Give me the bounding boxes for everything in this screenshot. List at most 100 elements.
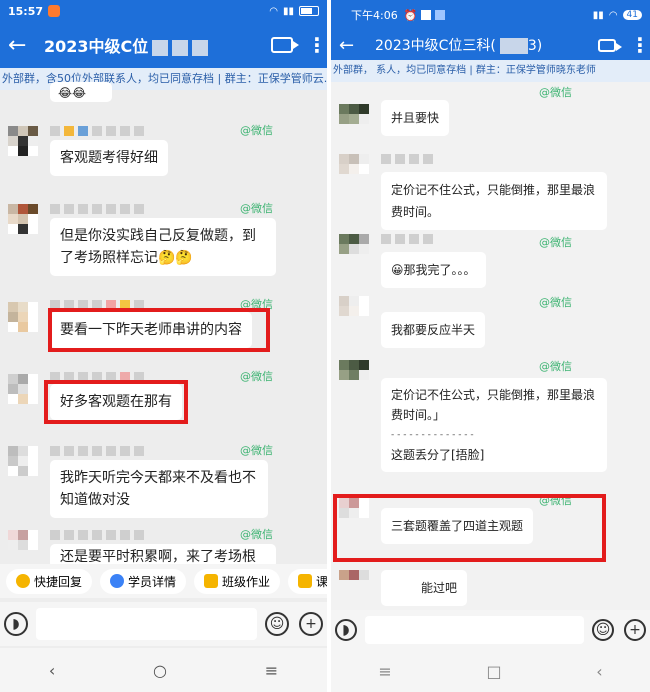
system-nav-bar: ≡ □ ‹ <box>331 650 650 692</box>
home-nav-icon[interactable]: ○ <box>153 661 167 680</box>
student-details-button[interactable]: 学员详情 <box>100 568 187 594</box>
message-bubble[interactable]: 定价记不住公式，只能倒推，那里最浪费时间。」 - - - - - - - - -… <box>381 378 607 472</box>
status-time: 下午4:06 <box>351 9 398 22</box>
alarm-icon: ⏰ <box>403 8 418 22</box>
sender-name-blur <box>50 126 144 136</box>
chat-header: ← 2023中级C位三科(3) ⋮ <box>331 30 650 60</box>
message-bubble[interactable]: 能过吧 <box>381 570 468 606</box>
home-nav-icon[interactable]: □ <box>486 662 501 681</box>
more-options-icon[interactable]: ⋮ <box>307 33 327 57</box>
wifi-icon: ◠ <box>608 9 618 21</box>
right-screenshot: 下午4:06 ⏰ ▮▮ ◠ 41 ← 2023中级C位三科(3) ⋮ 外部群， … <box>331 0 650 692</box>
voice-icon[interactable]: ◗ <box>4 612 28 636</box>
message-bubble[interactable]: 并且要快 <box>381 100 450 136</box>
message-bubble[interactable]: 我昨天听完今天都来不及看也不知道做对没 <box>50 460 268 518</box>
sender-name-blur <box>381 234 433 244</box>
signal-icon: ▮▮ <box>592 9 604 21</box>
emoji-icon[interactable]: ☺ <box>592 619 614 641</box>
quote-separator: - - - - - - - - - - - - - - <box>391 430 474 440</box>
message-input[interactable] <box>36 608 257 640</box>
wechat-tag: @微信 <box>539 360 572 373</box>
class-homework-button[interactable]: 班级作业 <box>194 568 281 594</box>
wechat-tag: @微信 <box>539 296 572 309</box>
highlight-box <box>48 308 270 352</box>
avatar <box>8 530 38 560</box>
menu-nav-icon[interactable]: ≡ <box>378 662 391 681</box>
message-bubble[interactable]: 定价记不住公式，只能倒推，那里最浪费时间。 <box>381 172 607 230</box>
sender-name-blur <box>50 446 144 456</box>
status-bar: 下午4:06 ⏰ ▮▮ ◠ 41 <box>331 0 650 30</box>
battery-icon <box>299 6 319 16</box>
video-call-icon[interactable] <box>598 38 622 52</box>
extra-icon <box>298 574 313 588</box>
message-bubble[interactable]: 我都要反应半天 <box>381 312 486 348</box>
plus-icon[interactable]: + <box>299 612 323 636</box>
chat-header: ← 2023中级C位 ⋮ <box>0 22 327 68</box>
message-bubble[interactable]: 但是你没实践自己反复做题，到了考场照样忘记🤔🤔 <box>50 218 276 276</box>
input-row: ◗ ☺ + <box>331 610 650 650</box>
emoji-icon[interactable]: ☺ <box>265 612 289 636</box>
status-icons: ▮▮ ◠ 41 <box>593 10 642 21</box>
wifi-icon: ◠ <box>269 5 278 17</box>
message-input[interactable] <box>365 616 584 644</box>
avatar <box>339 234 369 264</box>
quoted-text: 定价记不住公式，只能倒推，那里最浪费时间。」 <box>391 388 596 422</box>
sender-name-blur <box>50 204 144 214</box>
avatar <box>339 104 369 134</box>
extracurricular-button[interactable]: 课外拓 <box>288 568 327 594</box>
back-nav-icon[interactable]: ‹ <box>596 662 602 681</box>
back-nav-icon[interactable]: ‹ <box>49 661 55 680</box>
back-arrow-icon[interactable]: ← <box>8 33 36 58</box>
chat-area: 😂😂 @微信 客观题考得好细 @微信 但是你没实践自己反复做题，到了考场照样忘记… <box>0 82 327 568</box>
battery-icon: 41 <box>622 10 642 20</box>
message-bubble[interactable]: 😀那我完了。。。 <box>381 252 486 288</box>
chat-title: 2023中级C位三科(3) <box>375 38 543 54</box>
wechat-tag: @微信 <box>240 124 273 137</box>
highlight-box <box>333 494 606 562</box>
quick-reply-button[interactable]: 快捷回复 <box>6 568 93 594</box>
wechat-tag: @微信 <box>539 236 572 249</box>
quick-toolbar: 快捷回复 学员详情 班级作业 课外拓 <box>0 564 327 598</box>
avatar <box>8 374 38 404</box>
chat-area: @微信 并且要快 定价记不住公式，只能倒推，那里最浪费时间。 @微信 😀那我完了… <box>331 82 650 612</box>
app-icon-2 <box>435 10 446 20</box>
back-arrow-icon[interactable]: ← <box>339 35 367 56</box>
avatar <box>8 204 38 234</box>
video-call-icon[interactable] <box>271 37 299 53</box>
message-bubble[interactable]: 客观题考得好细 <box>50 140 168 176</box>
quick-reply-icon <box>16 574 30 588</box>
sender-name-blur <box>381 154 433 164</box>
emoji-bubble: 😂😂 <box>50 82 112 102</box>
avatar <box>339 154 369 184</box>
system-nav-bar: ‹ ○ ≡ <box>0 648 327 692</box>
avatar <box>339 296 369 326</box>
app-icon <box>421 10 432 20</box>
left-screenshot: 15:57 ◠ ▮▮ ← 2023中级C位 ⋮ 外部群，含50位外部联系人，均已… <box>0 0 327 692</box>
reply-text: 这题丢分了[捂脸] <box>391 448 485 462</box>
status-icons: ◠ ▮▮ <box>269 6 319 17</box>
wechat-tag: @微信 <box>240 528 273 541</box>
wechat-tag: @微信 <box>539 86 572 99</box>
wechat-tag: @微信 <box>240 370 273 383</box>
app-notification-icon <box>48 5 61 17</box>
avatar <box>8 446 38 476</box>
menu-nav-icon[interactable]: ≡ <box>265 661 278 680</box>
avatar <box>8 302 38 332</box>
group-notice: 外部群， 系人，均已同意存档 | 群主：正保学管师晓东老师 <box>331 60 650 82</box>
input-row: ◗ ☺ + <box>0 602 327 646</box>
status-bar: 15:57 ◠ ▮▮ <box>0 0 327 22</box>
sender-name-blur <box>50 530 144 540</box>
status-time: 15:57 <box>8 4 44 18</box>
signal-icon: ▮▮ <box>282 5 294 17</box>
wechat-tag: @微信 <box>240 202 273 215</box>
avatar <box>339 360 369 390</box>
user-icon <box>110 574 125 588</box>
voice-icon[interactable]: ◗ <box>335 619 357 641</box>
wechat-tag: @微信 <box>240 444 273 457</box>
more-options-icon[interactable]: ⋮ <box>630 33 650 57</box>
homework-icon <box>204 574 219 588</box>
avatar <box>8 126 38 156</box>
chat-title: 2023中级C位 <box>44 33 209 57</box>
highlight-box <box>44 380 188 424</box>
plus-icon[interactable]: + <box>624 619 646 641</box>
